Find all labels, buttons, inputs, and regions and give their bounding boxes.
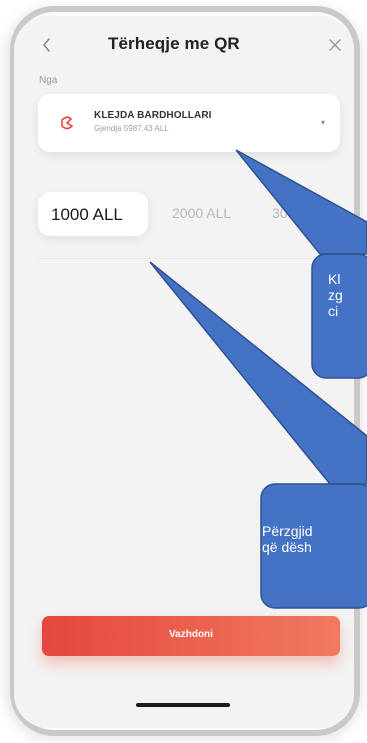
callout-line: që dësh <box>262 539 312 555</box>
callout-account <box>235 149 367 379</box>
callout-line: zg <box>328 287 343 303</box>
callout-line: ci <box>328 303 339 319</box>
callout-line: Kl <box>328 271 341 287</box>
callout-line: Përzgjid <box>262 523 313 539</box>
callout-amount-text: Përzgjid që dësh <box>262 523 313 555</box>
callout-account-text: Kl zg ci <box>328 271 343 319</box>
callout-layer <box>149 149 367 609</box>
